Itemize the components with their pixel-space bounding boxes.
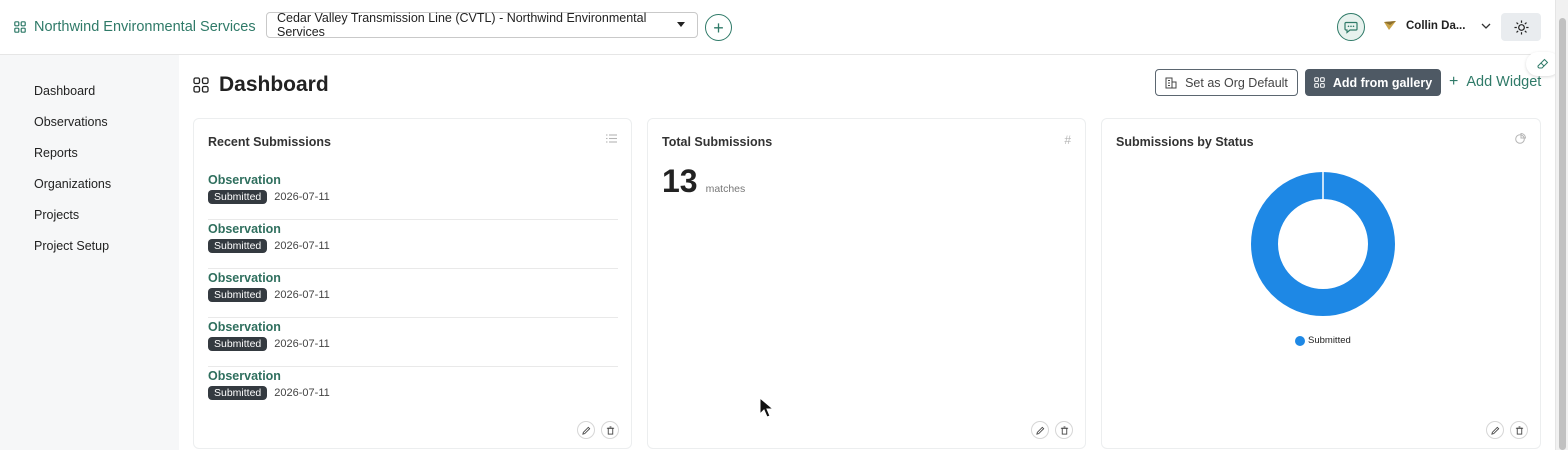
edit-icon xyxy=(581,426,590,435)
list-item[interactable]: Observation Submitted 2026-07-11 xyxy=(208,318,618,367)
delete-widget-button[interactable] xyxy=(1055,421,1073,439)
legend-swatch xyxy=(1295,335,1305,346)
sidebar-item-observations[interactable]: Observations xyxy=(34,115,108,129)
edit-widget-button[interactable] xyxy=(1031,421,1049,439)
item-title-link[interactable]: Observation xyxy=(208,220,618,236)
count-value: 13 xyxy=(662,163,698,199)
add-project-button[interactable]: + xyxy=(705,14,732,41)
item-date: 2026-07-11 xyxy=(274,338,330,350)
edit-icon xyxy=(1035,426,1044,435)
donut-slice-submitted[interactable] xyxy=(1251,172,1395,316)
list-item[interactable]: Observation Submitted 2026-07-11 xyxy=(208,269,618,318)
item-meta: Submitted 2026-07-11 xyxy=(208,239,618,253)
item-title-link[interactable]: Observation xyxy=(208,269,618,285)
item-date: 2026-07-11 xyxy=(274,289,330,301)
add-widget-button[interactable]: + Add Widget xyxy=(1449,73,1541,91)
grid-icon xyxy=(193,77,209,93)
mouse-cursor-icon xyxy=(759,397,775,418)
delete-widget-button[interactable] xyxy=(1510,421,1528,439)
item-meta: Submitted 2026-07-11 xyxy=(208,190,618,204)
recent-submissions-card: Recent Submissions Observation Submitted… xyxy=(193,118,632,449)
status-badge: Submitted xyxy=(208,288,268,302)
building-icon xyxy=(1165,77,1177,88)
edit-widget-button[interactable] xyxy=(577,421,595,439)
hash-icon: # xyxy=(1064,133,1071,147)
plus-icon: + xyxy=(713,17,724,38)
list-icon xyxy=(606,133,617,147)
submission-count: 13 matches xyxy=(662,163,745,200)
card-title: Recent Submissions xyxy=(208,135,331,149)
trash-icon xyxy=(1515,425,1523,435)
sidebar-item-reports[interactable]: Reports xyxy=(34,146,78,160)
list-item[interactable]: Observation Submitted 2026-07-11 xyxy=(208,367,618,416)
caret-down-icon xyxy=(677,22,685,27)
project-select[interactable]: Cedar Valley Transmission Line (CVTL) - … xyxy=(266,11,698,39)
chevron-down-icon xyxy=(1481,23,1491,29)
main-content: Dashboard Set as Org Default Add from ga… xyxy=(179,52,1560,450)
add-from-gallery-button[interactable]: Add from gallery xyxy=(1305,69,1441,96)
trash-icon xyxy=(1060,425,1068,435)
item-meta: Submitted 2026-07-11 xyxy=(208,386,618,400)
submissions-by-status-card: Submissions by Status Submitted xyxy=(1101,118,1541,449)
item-meta: Submitted 2026-07-11 xyxy=(208,337,618,351)
legend-label: Submitted xyxy=(1308,335,1351,346)
list-item[interactable]: Observation Submitted 2026-07-11 xyxy=(208,220,618,269)
edit-widget-button[interactable] xyxy=(1486,421,1504,439)
grid-icon xyxy=(1314,77,1325,88)
sidebar: Dashboard Observations Reports Organizat… xyxy=(0,55,179,450)
status-badge: Submitted xyxy=(208,239,268,253)
chat-button[interactable] xyxy=(1337,13,1365,41)
trash-icon xyxy=(606,425,614,435)
sidebar-item-dashboard[interactable]: Dashboard xyxy=(34,84,95,98)
item-title-link[interactable]: Observation xyxy=(208,318,618,334)
sun-icon xyxy=(1513,19,1529,35)
user-name: Collin Da... xyxy=(1406,20,1466,32)
add-from-gallery-label: Add from gallery xyxy=(1332,75,1433,90)
set-org-default-label: Set as Org Default xyxy=(1185,75,1288,90)
page-title: Dashboard xyxy=(193,73,329,97)
status-badge: Submitted xyxy=(208,190,268,204)
submissions-list: Observation Submitted 2026-07-11 Observa… xyxy=(208,171,618,416)
status-donut-chart xyxy=(1251,172,1395,316)
plus-icon: + xyxy=(1449,73,1459,90)
chat-icon xyxy=(1344,21,1358,34)
eraser-icon xyxy=(1537,58,1549,69)
list-item[interactable]: Observation Submitted 2026-07-11 xyxy=(208,171,618,220)
user-menu[interactable]: Collin Da... xyxy=(1384,20,1491,32)
sidebar-item-organizations[interactable]: Organizations xyxy=(34,177,111,191)
card-actions xyxy=(1031,421,1073,439)
add-widget-label: Add Widget xyxy=(1466,74,1542,90)
brand[interactable]: Northwind Environmental Services xyxy=(14,19,256,35)
user-logo-icon xyxy=(1384,21,1396,30)
top-bar: Northwind Environmental Services Cedar V… xyxy=(0,0,1555,55)
sidebar-item-projects[interactable]: Projects xyxy=(34,208,79,222)
chart-legend: Submitted xyxy=(1295,335,1351,346)
set-org-default-button[interactable]: Set as Org Default xyxy=(1155,69,1298,96)
status-badge: Submitted xyxy=(208,386,268,400)
card-title: Submissions by Status xyxy=(1116,135,1254,149)
theme-toggle-button[interactable] xyxy=(1501,13,1541,41)
item-meta: Submitted 2026-07-11 xyxy=(208,288,618,302)
scrollbar-thumb[interactable] xyxy=(1559,18,1566,450)
item-title-link[interactable]: Observation xyxy=(208,171,618,187)
card-actions xyxy=(1486,421,1528,439)
project-select-value: Cedar Valley Transmission Line (CVTL) - … xyxy=(277,11,647,39)
page-scrollbar[interactable] xyxy=(1555,0,1568,450)
page-title-text: Dashboard xyxy=(219,73,329,96)
item-date: 2026-07-11 xyxy=(274,191,330,203)
brand-name: Northwind Environmental Services xyxy=(34,19,256,35)
delete-widget-button[interactable] xyxy=(601,421,619,439)
status-badge: Submitted xyxy=(208,337,268,351)
item-date: 2026-07-11 xyxy=(274,240,330,252)
item-date: 2026-07-11 xyxy=(274,387,330,399)
sidebar-item-project-setup[interactable]: Project Setup xyxy=(34,239,109,253)
total-submissions-card: Total Submissions # 13 matches xyxy=(647,118,1086,449)
pie-icon xyxy=(1515,132,1527,147)
count-unit: matches xyxy=(705,183,746,195)
grid-icon xyxy=(14,21,26,33)
item-title-link[interactable]: Observation xyxy=(208,367,618,383)
card-title: Total Submissions xyxy=(662,135,773,149)
edit-icon xyxy=(1490,426,1499,435)
card-actions xyxy=(577,421,619,439)
